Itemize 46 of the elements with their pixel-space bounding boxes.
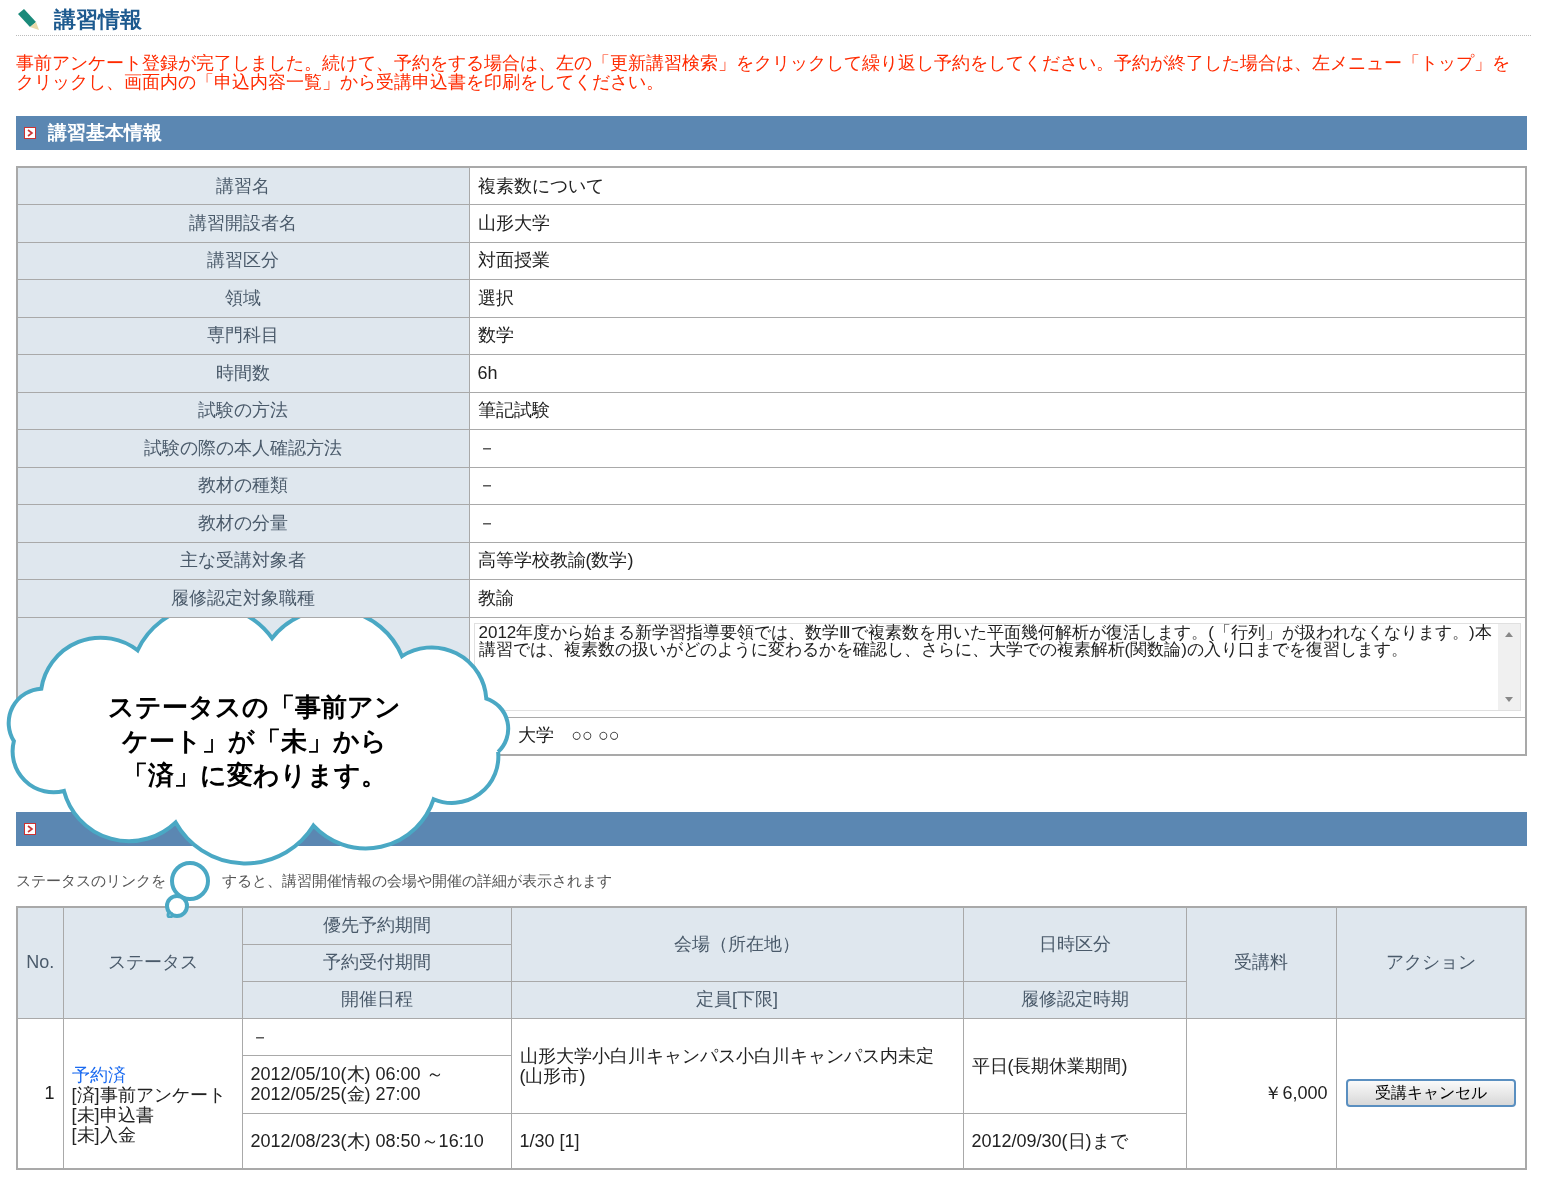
arrow-icon: [24, 127, 36, 139]
cancel-button[interactable]: 受講キャンセル: [1345, 1079, 1516, 1108]
column-header: 予約受付期間: [242, 944, 511, 981]
column-header: 日時区分: [963, 907, 1186, 981]
scroll-down-icon[interactable]: [1505, 697, 1513, 702]
section-title: 講習基本情報: [48, 120, 162, 145]
table-header-cell: 講習区分: [17, 242, 469, 280]
column-header: 履修認定時期: [963, 981, 1186, 1018]
table-header-cell: 試験の際の本人確認方法: [17, 429, 469, 467]
table-header-cell: 教材の分量: [17, 504, 469, 542]
arrow-icon: [24, 822, 36, 835]
column-header: 会場（所在地）: [511, 907, 963, 981]
table-header-cell: 教材の種類: [17, 467, 469, 505]
column-header: ステータス: [63, 907, 242, 1018]
page-title: 講習情報: [54, 6, 142, 34]
table-header-cell: 時間数: [17, 354, 469, 392]
column-header: 開催日程: [242, 981, 511, 1018]
table-header-cell: 試験の方法: [17, 392, 469, 430]
scrollbar[interactable]: [1498, 624, 1520, 710]
table-header-cell: 講習開設者名: [17, 204, 469, 242]
table-header-cell: 領域: [17, 279, 469, 317]
table-header-cell: 主な受講対象者: [17, 542, 469, 580]
table-header-cell: 専門科目: [17, 317, 469, 355]
table-cell: －: [242, 1018, 511, 1055]
column-header: 優先予約期間: [242, 907, 511, 944]
hint-text: ステータスのリンクを: [16, 870, 166, 891]
notice-text: 事前アンケート登録が完了しました。続けて、予約をする場合は、左の「更新講習検索」をクリックして繰り返し予約をしてください。予約が終了した場合は、左メニュー「トップ」をクリックし、画面内の「申込内容一覧」から受講申込書を印刷をしてください。: [16, 54, 1511, 92]
column-header: 受講料: [1186, 907, 1336, 1018]
status-text: [未]入金: [71, 1125, 137, 1146]
status-text: [未]申込書: [71, 1105, 155, 1126]
pencil-icon: [16, 7, 42, 32]
column-header: アクション: [1336, 907, 1526, 1018]
table-header-cell: 講習名: [17, 167, 469, 205]
status-link[interactable]: 予約済: [71, 1065, 234, 1086]
column-header: No.: [17, 907, 63, 1018]
status-text: [済]事前アンケート: [71, 1085, 227, 1106]
table-cell: 山形大学小白川キャンパス小白川キャンパス内未定(山形市): [511, 1018, 963, 1113]
description-textarea[interactable]: 2012年度から始まる新学習指導要領では、数学Ⅲで複素数を用いた平面幾何解析が復活します。(「行列」が扱われなくなります。)本講習では、複素数の扱いがどのように変わるかを確認し、さらに、大学での複素解析(関数論)の入り口までを復習します。: [473, 623, 1521, 711]
table-cell: ￥6,000: [1186, 1018, 1336, 1169]
scroll-up-icon[interactable]: [1505, 632, 1513, 637]
table-cell: 平日(長期休業期間): [963, 1018, 1186, 1113]
table-cell: 大学 ○○ ○○: [517, 725, 620, 745]
table-header-cell: 履修認定対象職種: [17, 579, 469, 617]
column-header: 定員[下限]: [511, 981, 963, 1018]
callout-text: ステータスの「事前アンケート」が「未」から「済」に変わります。: [106, 691, 402, 792]
hint-text: すると、講習開催情報の会場や開催の詳細が表示されます: [222, 870, 612, 891]
